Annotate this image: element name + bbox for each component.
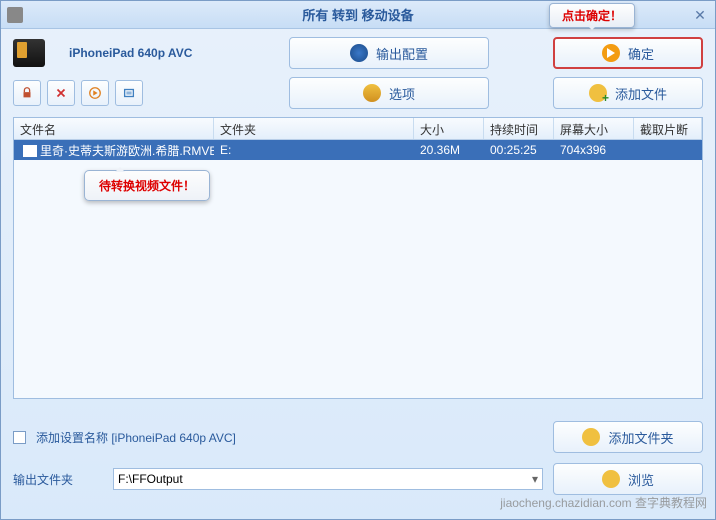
cell-clip bbox=[634, 148, 702, 152]
add-file-label: 添加文件 bbox=[615, 84, 667, 103]
cell-folder: E: bbox=[214, 141, 414, 159]
add-file-button[interactable]: 添加文件 bbox=[553, 77, 703, 109]
add-folder-button[interactable]: 添加文件夹 bbox=[553, 421, 703, 453]
browse-label: 浏览 bbox=[628, 470, 654, 489]
add-file-icon bbox=[589, 84, 607, 102]
arrow-right-icon bbox=[602, 44, 620, 62]
device-icon bbox=[13, 39, 45, 67]
output-folder-value: F:\FFOutput bbox=[118, 472, 183, 486]
add-folder-label: 添加文件夹 bbox=[608, 428, 673, 447]
table-row[interactable]: 里奇·史蒂夫斯游欧洲.希腊.RMVB E: 20.36M 00:25:25 70… bbox=[14, 140, 702, 160]
output-config-button[interactable]: 输出配置 bbox=[289, 37, 489, 69]
bottom-panel: 添加设置名称 [iPhoneiPad 640p AVC] 添加文件夹 输出文件夹… bbox=[1, 411, 715, 519]
filename-text: 里奇·史蒂夫斯游欧洲.希腊.RMVB bbox=[40, 144, 214, 158]
chevron-down-icon[interactable]: ▾ bbox=[532, 472, 538, 486]
output-folder-label: 输出文件夹 bbox=[13, 471, 103, 488]
close-button[interactable]: ✕ bbox=[691, 6, 709, 24]
app-window: 所有 转到 移动设备 ✕ 点击确定！ iPhoneiPad 640p AVC 输… bbox=[0, 0, 716, 520]
app-icon bbox=[7, 7, 23, 23]
cell-filename: 里奇·史蒂夫斯游欧洲.希腊.RMVB bbox=[14, 140, 214, 161]
ok-button[interactable]: 确定 bbox=[553, 37, 703, 69]
output-config-label: 输出配置 bbox=[376, 44, 428, 63]
col-duration[interactable]: 持续时间 bbox=[484, 118, 554, 139]
cell-size: 20.36M bbox=[414, 141, 484, 159]
output-folder-input[interactable]: F:\FFOutput ▾ bbox=[113, 468, 543, 490]
second-toolbar: 选项 添加文件 bbox=[1, 77, 715, 117]
callout-click-ok: 点击确定！ bbox=[549, 3, 635, 28]
cell-dimensions: 704x396 bbox=[554, 141, 634, 159]
remove-button[interactable] bbox=[47, 80, 75, 106]
browse-icon bbox=[602, 470, 620, 488]
col-clip[interactable]: 截取片断 bbox=[634, 118, 702, 139]
window-title: 所有 转到 移动设备 bbox=[302, 5, 413, 24]
options-label: 选项 bbox=[389, 84, 415, 103]
ok-label: 确定 bbox=[628, 44, 654, 63]
callout-pending-file: 待转换视频文件！ bbox=[84, 170, 210, 201]
add-profile-row: 添加设置名称 [iPhoneiPad 640p AVC] 添加文件夹 bbox=[13, 421, 703, 453]
small-buttons bbox=[13, 80, 143, 106]
top-toolbar: iPhoneiPad 640p AVC 输出配置 确定 bbox=[1, 29, 715, 77]
col-size[interactable]: 大小 bbox=[414, 118, 484, 139]
info-button[interactable] bbox=[115, 80, 143, 106]
folder-add-icon bbox=[582, 428, 600, 446]
file-icon bbox=[23, 145, 37, 157]
gear-icon bbox=[350, 44, 368, 62]
add-profile-checkbox[interactable] bbox=[13, 431, 26, 444]
options-button[interactable]: 选项 bbox=[289, 77, 489, 109]
col-dimensions[interactable]: 屏幕大小 bbox=[554, 118, 634, 139]
col-folder[interactable]: 文件夹 bbox=[214, 118, 414, 139]
add-profile-label: 添加设置名称 [iPhoneiPad 640p AVC] bbox=[36, 429, 236, 446]
col-filename[interactable]: 文件名 bbox=[14, 118, 214, 139]
titlebar: 所有 转到 移动设备 ✕ 点击确定！ bbox=[1, 1, 715, 29]
file-table: 文件名 文件夹 大小 持续时间 屏幕大小 截取片断 里奇·史蒂夫斯游欧洲.希腊.… bbox=[13, 117, 703, 399]
table-header: 文件名 文件夹 大小 持续时间 屏幕大小 截取片断 bbox=[14, 118, 702, 140]
output-folder-row: 输出文件夹 F:\FFOutput ▾ 浏览 bbox=[13, 463, 703, 495]
cell-duration: 00:25:25 bbox=[484, 141, 554, 159]
play-button[interactable] bbox=[81, 80, 109, 106]
profile-label: iPhoneiPad 640p AVC bbox=[69, 46, 249, 60]
options-icon bbox=[363, 84, 381, 102]
browse-button[interactable]: 浏览 bbox=[553, 463, 703, 495]
lock-button[interactable] bbox=[13, 80, 41, 106]
